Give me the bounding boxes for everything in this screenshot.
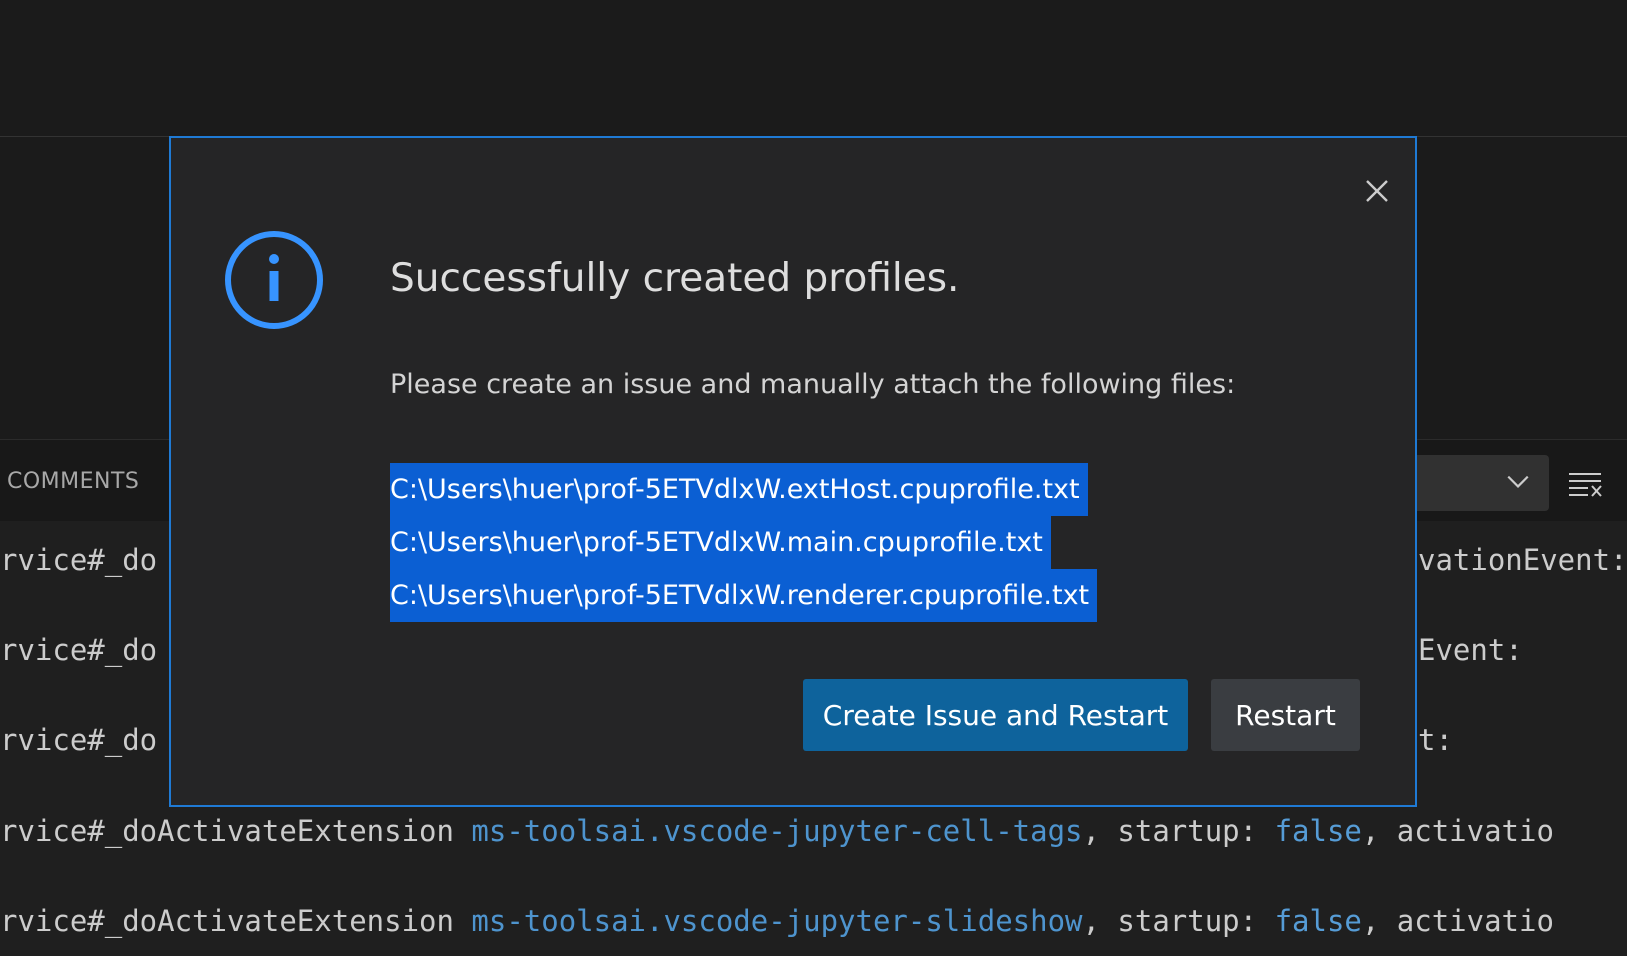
clear-output-icon[interactable] [1568, 470, 1602, 498]
close-button[interactable] [1354, 168, 1400, 214]
profiles-dialog: Successfully created profiles. Please cr… [169, 136, 1417, 807]
info-icon [225, 231, 323, 329]
chevron-down-icon [1507, 475, 1529, 488]
close-icon [1366, 180, 1388, 202]
restart-button[interactable]: Restart [1211, 679, 1360, 751]
file-list: C:\Users\huer\prof-5ETVdlxW.extHost.cpup… [390, 463, 1098, 622]
log-line-tail: vationEvent: [1418, 543, 1627, 577]
tab-comments[interactable]: COMMENTS [7, 469, 139, 494]
log-line-tail: Event: [1418, 633, 1523, 667]
log-line: rvice#_do [0, 723, 158, 757]
editor-title-area [0, 0, 1627, 137]
log-line: rvice#_doActivateExtension ms-toolsai.vs… [0, 814, 1554, 848]
log-line: rvice#_do [0, 543, 158, 577]
output-channel-select[interactable] [1395, 455, 1549, 511]
vscode-window: COMMENTS rvice#_do vationEvent: rvice#_d… [0, 0, 1627, 956]
log-line: rvice#_doActivateExtension ms-toolsai.vs… [0, 904, 1554, 938]
dialog-message: Please create an issue and manually atta… [390, 369, 1236, 400]
file-path: C:\Users\huer\prof-5ETVdlxW.renderer.cpu… [390, 569, 1098, 622]
create-issue-and-restart-button[interactable]: Create Issue and Restart [803, 679, 1188, 751]
file-path: C:\Users\huer\prof-5ETVdlxW.main.cpuprof… [390, 516, 1051, 569]
log-line: rvice#_do [0, 633, 158, 667]
dialog-title: Successfully created profiles. [390, 256, 960, 301]
log-line-tail: t: [1418, 723, 1453, 757]
file-path: C:\Users\huer\prof-5ETVdlxW.extHost.cpup… [390, 463, 1088, 516]
